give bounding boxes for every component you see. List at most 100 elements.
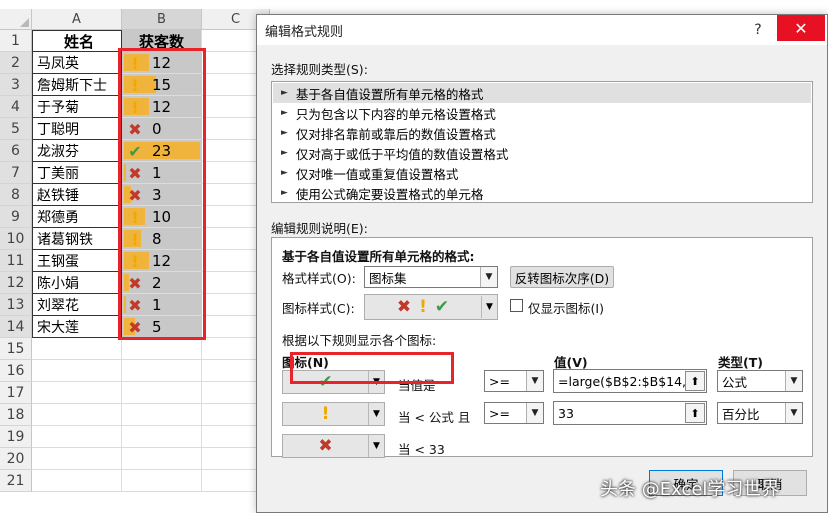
row-header[interactable]: 4 <box>0 96 32 118</box>
row-header[interactable]: 6 <box>0 140 32 162</box>
reverse-icon-order-button[interactable]: 反转图标次序(D) <box>510 266 614 288</box>
cell-name[interactable]: 龙淑芬 <box>32 140 122 162</box>
row-header[interactable]: 15 <box>0 338 32 360</box>
cell-name[interactable]: 马凤英 <box>32 52 122 74</box>
rules-caption: 根据以下规则显示各个图标: <box>282 333 437 348</box>
cell-a[interactable] <box>32 448 122 470</box>
header-cell-name[interactable]: 姓名 <box>32 30 122 52</box>
cell-count[interactable]: ✖ 5 <box>122 316 202 338</box>
cell-name[interactable]: 陈小娟 <box>32 272 122 294</box>
select-all-corner[interactable] <box>0 9 32 30</box>
rule-2-value-input[interactable]: 33 ⬆ <box>553 401 707 425</box>
rule-1-value-input[interactable]: =large($B$2:$B$14,1) ⬆ <box>553 369 707 393</box>
cell-a[interactable] <box>32 338 122 360</box>
rule-type-item[interactable]: ► 基于各自值设置所有单元格的格式 <box>273 83 811 103</box>
cell-b[interactable] <box>122 426 202 448</box>
row-header[interactable]: 13 <box>0 294 32 316</box>
column-header-b[interactable]: B <box>122 9 202 30</box>
cell-count[interactable]: ! 8 <box>122 228 202 250</box>
rule-3-icon-select[interactable]: ✖ ▼ <box>282 434 385 458</box>
cell-count[interactable]: ! 10 <box>122 206 202 228</box>
cell-b[interactable] <box>122 470 202 492</box>
cell-b[interactable] <box>122 360 202 382</box>
rule-2-operator-select[interactable]: >= ▼ <box>484 402 544 424</box>
cell-a[interactable] <box>32 426 122 448</box>
cell-b[interactable] <box>122 448 202 470</box>
cell-name[interactable]: 赵铁锤 <box>32 184 122 206</box>
cell-a[interactable] <box>32 470 122 492</box>
format-style-label: 格式样式(O): <box>282 271 356 286</box>
cell-name[interactable]: 于予菊 <box>32 96 122 118</box>
help-button[interactable]: ? <box>745 19 771 41</box>
cell-name[interactable]: 詹姆斯下士 <box>32 74 122 96</box>
cell-count[interactable]: ! 12 <box>122 96 202 118</box>
rule-type-item[interactable]: ► 只为包含以下内容的单元格设置格式 <box>273 103 811 123</box>
row-header[interactable]: 1 <box>0 30 32 52</box>
row-header[interactable]: 17 <box>0 382 32 404</box>
cell-value: 1 <box>152 164 162 182</box>
row-header[interactable]: 2 <box>0 52 32 74</box>
rule-2-value-text: 33 <box>558 405 574 421</box>
header-cell-count[interactable]: 获客数 <box>122 30 202 52</box>
rule-1-operator-select[interactable]: >= ▼ <box>484 370 544 392</box>
cell-count[interactable]: ✖ 3 <box>122 184 202 206</box>
cell-count[interactable]: ! 12 <box>122 52 202 74</box>
row-header[interactable]: 18 <box>0 404 32 426</box>
cell-count[interactable]: ! 12 <box>122 250 202 272</box>
cell-name[interactable]: 诸葛钢铁 <box>32 228 122 250</box>
cell-count[interactable]: ✔ 23 <box>122 140 202 162</box>
chevron-down-icon: ▼ <box>480 267 497 287</box>
cell-name[interactable]: 宋大莲 <box>32 316 122 338</box>
row-header[interactable]: 12 <box>0 272 32 294</box>
checkmark-icon: ✔ <box>434 297 450 317</box>
cell-name[interactable]: 刘翠花 <box>32 294 122 316</box>
rule-type-label: 仅对高于或低于平均值的数值设置格式 <box>295 146 509 162</box>
collapse-dialog-icon[interactable]: ⬆ <box>685 371 705 391</box>
cell-count[interactable]: ! 15 <box>122 74 202 96</box>
cell-name[interactable]: 郑德勇 <box>32 206 122 228</box>
cell-count[interactable]: ✖ 1 <box>122 294 202 316</box>
rule-type-item[interactable]: ► 使用公式确定要设置格式的单元格 <box>273 183 811 203</box>
rule-1-icon-select[interactable]: ✔ ▼ <box>282 370 385 394</box>
row-header[interactable]: 10 <box>0 228 32 250</box>
row-header[interactable]: 20 <box>0 448 32 470</box>
rule-type-item[interactable]: ► 仅对高于或低于平均值的数值设置格式 <box>273 143 811 163</box>
rule-2-type-select[interactable]: 百分比 ▼ <box>717 402 803 424</box>
rule-type-list[interactable]: ► 基于各自值设置所有单元格的格式 ► 只为包含以下内容的单元格设置格式 ► 仅对排名靠前… <box>271 81 813 203</box>
row-header[interactable]: 5 <box>0 118 32 140</box>
dialog-titlebar[interactable]: 编辑格式规则 ? ✕ <box>257 15 827 45</box>
icon-style-select[interactable]: ✖ ! ✔ ▼ <box>364 294 498 320</box>
row-header[interactable]: 3 <box>0 74 32 96</box>
cell-name[interactable]: 丁聪明 <box>32 118 122 140</box>
rule-type-item[interactable]: ► 仅对唯一值或重复值设置格式 <box>273 163 811 183</box>
column-header-a[interactable]: A <box>32 9 122 30</box>
cell-a[interactable] <box>32 382 122 404</box>
row-header[interactable]: 7 <box>0 162 32 184</box>
cell-count[interactable]: ✖ 0 <box>122 118 202 140</box>
cell-b[interactable] <box>122 404 202 426</box>
table-row: 丁美丽 ✖ 1 <box>32 162 270 184</box>
rule-2-icon-select[interactable]: ! ▼ <box>282 402 385 426</box>
close-button[interactable]: ✕ <box>777 15 825 41</box>
row-header[interactable]: 11 <box>0 250 32 272</box>
cell-a[interactable] <box>32 360 122 382</box>
row-header[interactable]: 14 <box>0 316 32 338</box>
exclamation-icon: ! <box>419 297 427 317</box>
rule-1-type-select[interactable]: 公式 ▼ <box>717 370 803 392</box>
cell-a[interactable] <box>32 404 122 426</box>
cell-count[interactable]: ✖ 2 <box>122 272 202 294</box>
row-header[interactable]: 21 <box>0 470 32 492</box>
row-header[interactable]: 9 <box>0 206 32 228</box>
cell-count[interactable]: ✖ 1 <box>122 162 202 184</box>
cell-b[interactable] <box>122 382 202 404</box>
rule-type-item[interactable]: ► 仅对排名靠前或靠后的数值设置格式 <box>273 123 811 143</box>
collapse-dialog-icon[interactable]: ⬆ <box>685 403 705 423</box>
icon-only-checkbox[interactable] <box>510 299 523 312</box>
format-style-select[interactable]: 图标集 ▼ <box>364 266 498 288</box>
cell-b[interactable] <box>122 338 202 360</box>
row-header[interactable]: 16 <box>0 360 32 382</box>
row-header[interactable]: 19 <box>0 426 32 448</box>
cell-name[interactable]: 王钢蛋 <box>32 250 122 272</box>
cell-name[interactable]: 丁美丽 <box>32 162 122 184</box>
row-header[interactable]: 8 <box>0 184 32 206</box>
